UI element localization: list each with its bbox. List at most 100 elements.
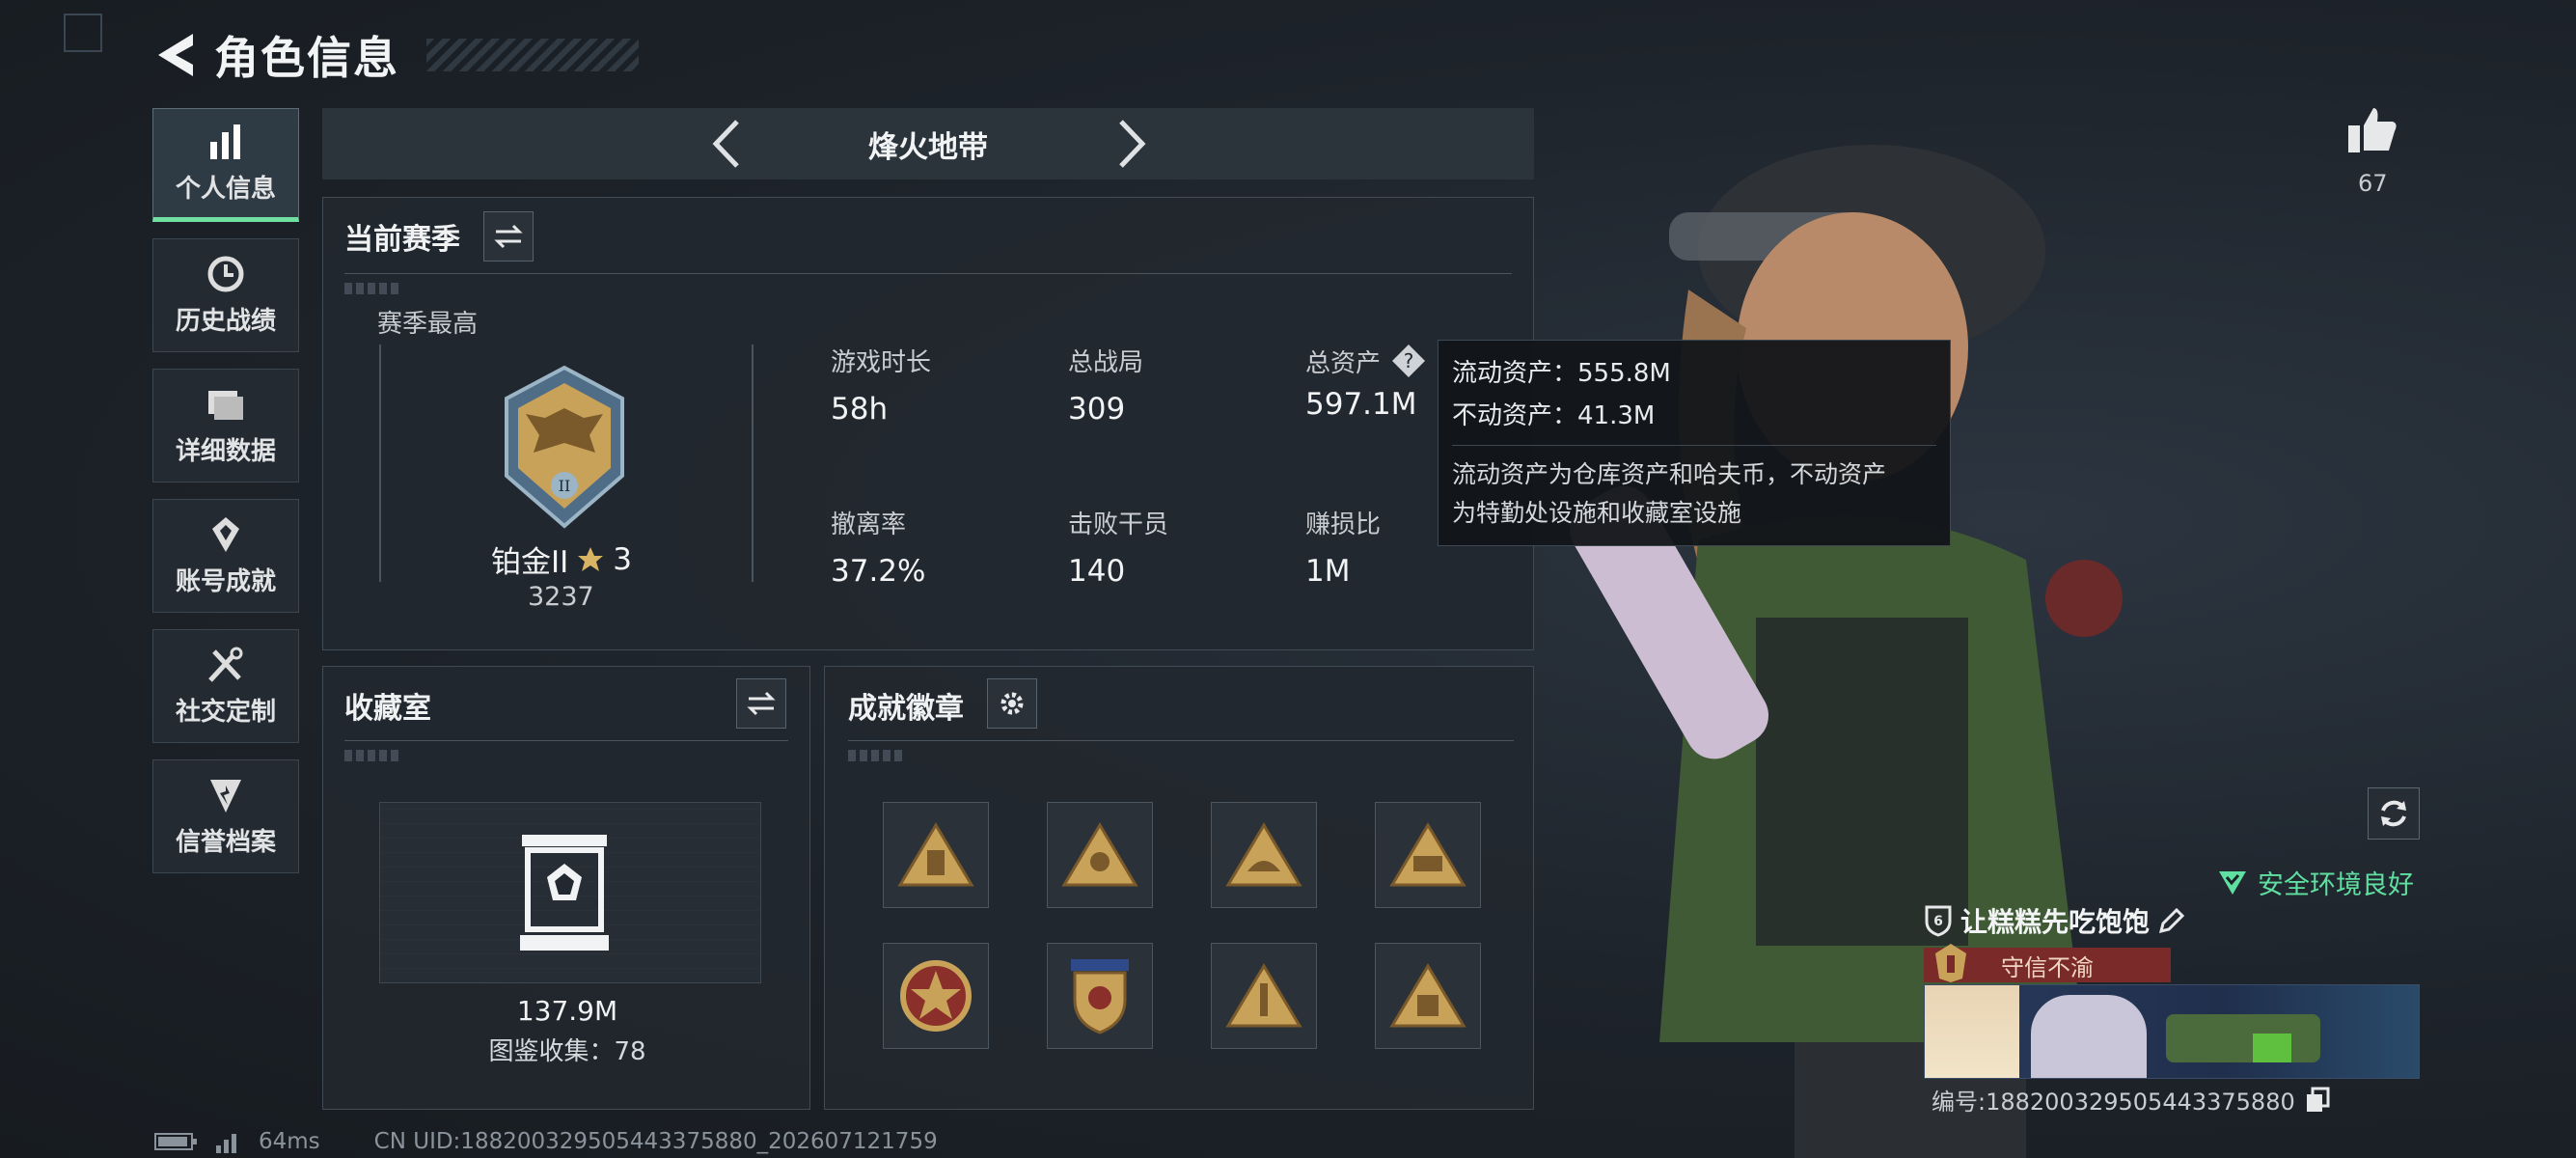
- tools-icon: [208, 647, 243, 682]
- status-footer: 64ms CN UID:188200329505443375880_202607…: [154, 1129, 938, 1154]
- player-banner[interactable]: [1924, 984, 2420, 1079]
- tooltip-fixed-assets: 不动资产：41.3M: [1452, 401, 1656, 430]
- nav-item-achievements[interactable]: 账号成就: [152, 499, 299, 613]
- svg-text:?: ?: [1404, 349, 1414, 372]
- nav-item-detail-data[interactable]: 详细数据: [152, 369, 299, 482]
- decoration: [344, 283, 402, 294]
- stat-label: 击败干员: [1068, 510, 1169, 539]
- nav-label: 账号成就: [175, 566, 276, 596]
- badge-slot[interactable]: [1375, 802, 1481, 908]
- tooltip-liquid-assets: 流动资产：555.8M: [1452, 359, 1671, 388]
- nav-item-reputation[interactable]: 信誉档案: [152, 759, 299, 873]
- stat-extraction-rate: 撤离率 37.2%: [831, 505, 925, 589]
- badge-settings-button[interactable]: [987, 678, 1037, 729]
- avatar: [1925, 985, 2019, 1078]
- prev-mode-arrow-icon[interactable]: [700, 116, 756, 172]
- nav-item-social-custom[interactable]: 社交定制: [152, 629, 299, 743]
- stat-label: 总资产: [1305, 348, 1382, 378]
- rank-name: 铂金II: [491, 545, 569, 580]
- gear-icon: [1000, 692, 1024, 715]
- battery-icon: [154, 1133, 197, 1150]
- thumbs-up-icon[interactable]: [2346, 104, 2398, 156]
- badges-title: 成就徽章: [848, 692, 964, 726]
- stat-total-assets: 总资产 ? 597.1M: [1305, 343, 1427, 422]
- header: 角色信息: [154, 21, 639, 89]
- folder-icon: [208, 390, 243, 420]
- collection-title: 收藏室: [344, 692, 431, 726]
- triangle-badge-icon: [1225, 822, 1302, 887]
- nav-item-history[interactable]: 历史战绩: [152, 238, 299, 352]
- player-id: 编号:188200329505443375880: [1932, 1089, 2295, 1116]
- swap-icon: [747, 691, 776, 716]
- refresh-icon: [2381, 800, 2406, 827]
- display-case-icon: [520, 835, 609, 951]
- stat-value: 597.1M: [1305, 387, 1417, 422]
- badge-slot[interactable]: [1047, 802, 1153, 908]
- help-icon[interactable]: ?: [1390, 343, 1427, 379]
- player-id-row: 编号:188200329505443375880: [1932, 1083, 2330, 1117]
- rank-name-row: 铂金II 3: [491, 538, 632, 581]
- triangle-badge-icon: [1389, 822, 1466, 887]
- stat-profit-ratio: 赚损比 1M: [1305, 505, 1381, 589]
- like-count: 67: [2358, 170, 2388, 197]
- tooltip-description-1: 流动资产为仓库资产和哈夫币，不动资产: [1452, 460, 1887, 488]
- badge-slot[interactable]: [1047, 943, 1153, 1049]
- mode-title: 烽火地带: [868, 129, 988, 165]
- refresh-button[interactable]: [2368, 787, 2420, 840]
- stat-value: 58h: [831, 392, 889, 427]
- honor-title: 守信不渝: [2001, 953, 2094, 981]
- nav-label: 信誉档案: [175, 827, 276, 857]
- stat-value: 1M: [1305, 554, 1351, 589]
- player-name: 让糕糕先吃饱饱: [1960, 906, 2151, 938]
- player-name-row: 6 让糕糕先吃饱饱: [1924, 901, 2186, 940]
- signal-icon: [216, 1134, 236, 1153]
- badge-slot[interactable]: [883, 802, 989, 908]
- collection-count: 图鉴收集：78: [488, 1037, 646, 1066]
- bar-chart-icon: [210, 124, 240, 159]
- triangle-badge-icon: [897, 822, 974, 887]
- copy-icon[interactable]: [2305, 1087, 2330, 1114]
- ping: 64ms: [259, 1129, 320, 1154]
- nav-label: 详细数据: [175, 436, 276, 466]
- title-decoration: [426, 39, 639, 71]
- safe-environment-status: 安全环境良好: [2217, 864, 2414, 901]
- badge-slot[interactable]: [1375, 943, 1481, 1049]
- badge-slot[interactable]: [883, 943, 989, 1049]
- banner-decoration: [2253, 1034, 2291, 1062]
- badge-slot[interactable]: [1211, 943, 1317, 1049]
- next-mode-arrow-icon[interactable]: [1102, 116, 1158, 172]
- divider: [344, 740, 788, 741]
- collection-switch-button[interactable]: [736, 678, 786, 729]
- stat-value: 140: [1068, 554, 1126, 589]
- badge-slot[interactable]: [1211, 802, 1317, 908]
- rank-emblem-icon: II: [505, 365, 624, 529]
- collection-panel: 收藏室 137.9M 图鉴收集：78: [322, 666, 810, 1110]
- page-title: 角色信息: [214, 32, 399, 84]
- nav-item-personal-info[interactable]: 个人信息: [152, 108, 299, 222]
- svg-text:II: II: [559, 477, 571, 495]
- back-arrow-icon[interactable]: [154, 30, 197, 80]
- stat-label: 游戏时长: [831, 348, 932, 377]
- triangle-badge-icon: [1389, 963, 1466, 1028]
- nav-label: 历史战绩: [175, 306, 276, 336]
- star-icon: [578, 546, 604, 571]
- divider: [848, 740, 1514, 741]
- stat-label: 总战局: [1068, 348, 1144, 377]
- collection-value: 137.9M: [516, 995, 618, 1027]
- stat-label: 撤离率: [831, 510, 907, 539]
- uid: CN UID:188200329505443375880_20260712175…: [373, 1129, 938, 1154]
- shield-badge-icon: [1071, 959, 1129, 1034]
- shield-check-icon: [2219, 870, 2246, 895]
- edit-pencil-icon[interactable]: [2157, 906, 2186, 935]
- stat-label: 赚损比: [1305, 510, 1382, 539]
- honor-emblem-icon: [1935, 944, 1966, 982]
- rank-score: 3237: [528, 582, 594, 612]
- stat-total-matches: 总战局 309: [1068, 343, 1143, 427]
- season-best-label: 赛季最高: [377, 310, 479, 339]
- assets-tooltip: 流动资产：555.8M 不动资产：41.3M 流动资产为仓库资产和哈夫币，不动资…: [1438, 340, 1951, 546]
- nav-label: 个人信息: [175, 174, 276, 204]
- season-switch-button[interactable]: [483, 211, 534, 262]
- decoration: [848, 750, 906, 761]
- swap-icon: [494, 224, 523, 249]
- stat-value: 309: [1068, 392, 1126, 427]
